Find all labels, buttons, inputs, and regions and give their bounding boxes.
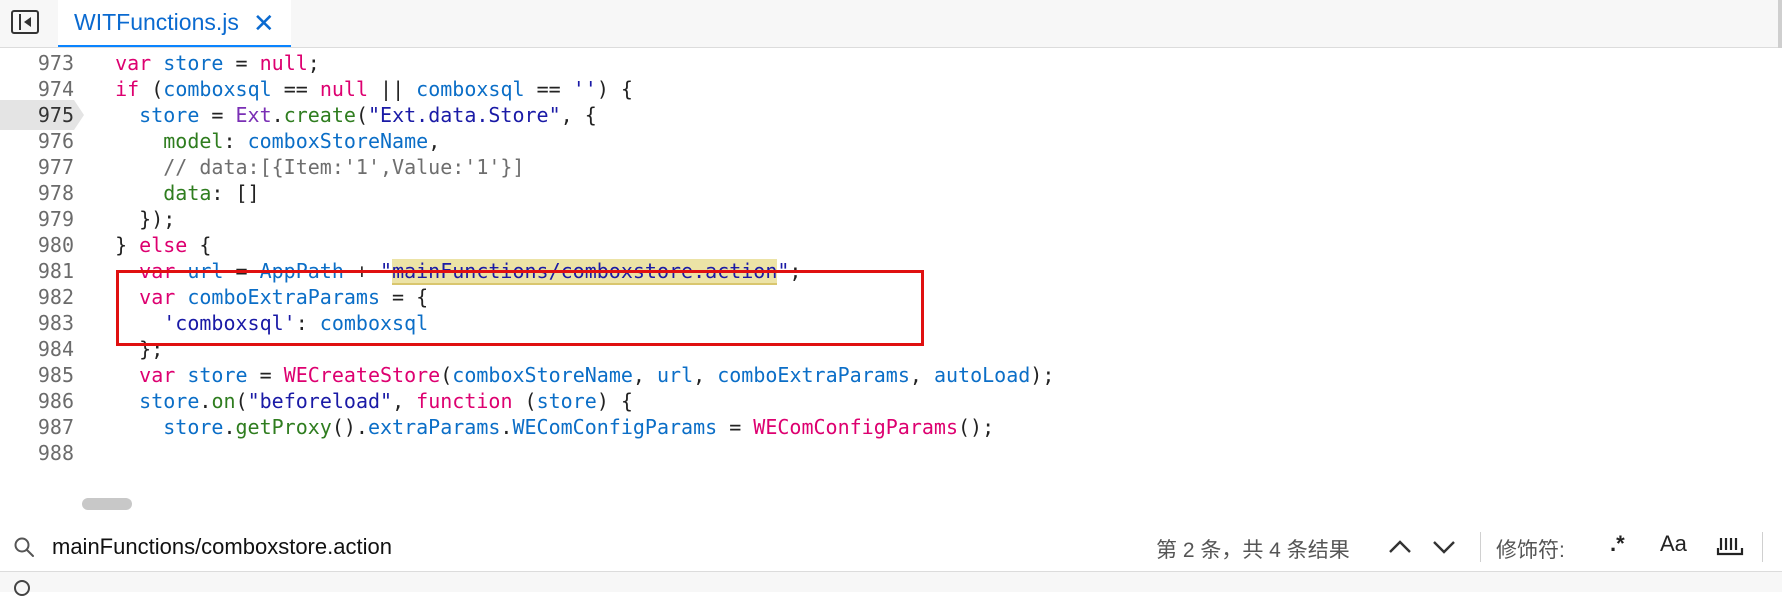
console-icon[interactable] <box>14 580 30 596</box>
search-input[interactable] <box>52 530 1132 564</box>
tab-bar-edge <box>1778 0 1782 48</box>
match-case-toggle[interactable]: Aa <box>1660 531 1687 557</box>
modifiers-label: 修饰符: <box>1496 539 1565 562</box>
search-icon <box>14 537 34 557</box>
console-strip <box>0 572 1782 596</box>
horizontal-scrollbar[interactable] <box>82 498 132 510</box>
tab-filename: WITFunctions.js <box>74 9 239 35</box>
search-divider <box>1762 532 1763 562</box>
next-result-icon[interactable] <box>1430 533 1458 561</box>
regex-toggle[interactable]: .* <box>1610 531 1625 557</box>
close-icon[interactable]: ✕ <box>253 10 275 36</box>
line-number[interactable]: 988 <box>0 438 74 468</box>
toggle-sidebar-icon[interactable] <box>11 10 39 34</box>
code-line: 988 <box>0 438 1782 468</box>
previous-result-icon[interactable] <box>1386 533 1414 561</box>
whole-word-icon[interactable] <box>1716 532 1744 560</box>
search-bar: 第 2 条，共 4 条结果 修饰符: .* Aa <box>0 522 1782 572</box>
code-editor[interactable]: 973 var store = null; 974 if (comboxsql … <box>0 48 1782 520</box>
file-tab[interactable]: WITFunctions.js ✕ <box>58 0 291 47</box>
tab-bar: WITFunctions.js ✕ <box>0 0 1782 48</box>
search-result-count: 第 2 条，共 4 条结果 <box>1156 539 1350 562</box>
search-divider <box>1480 532 1481 562</box>
